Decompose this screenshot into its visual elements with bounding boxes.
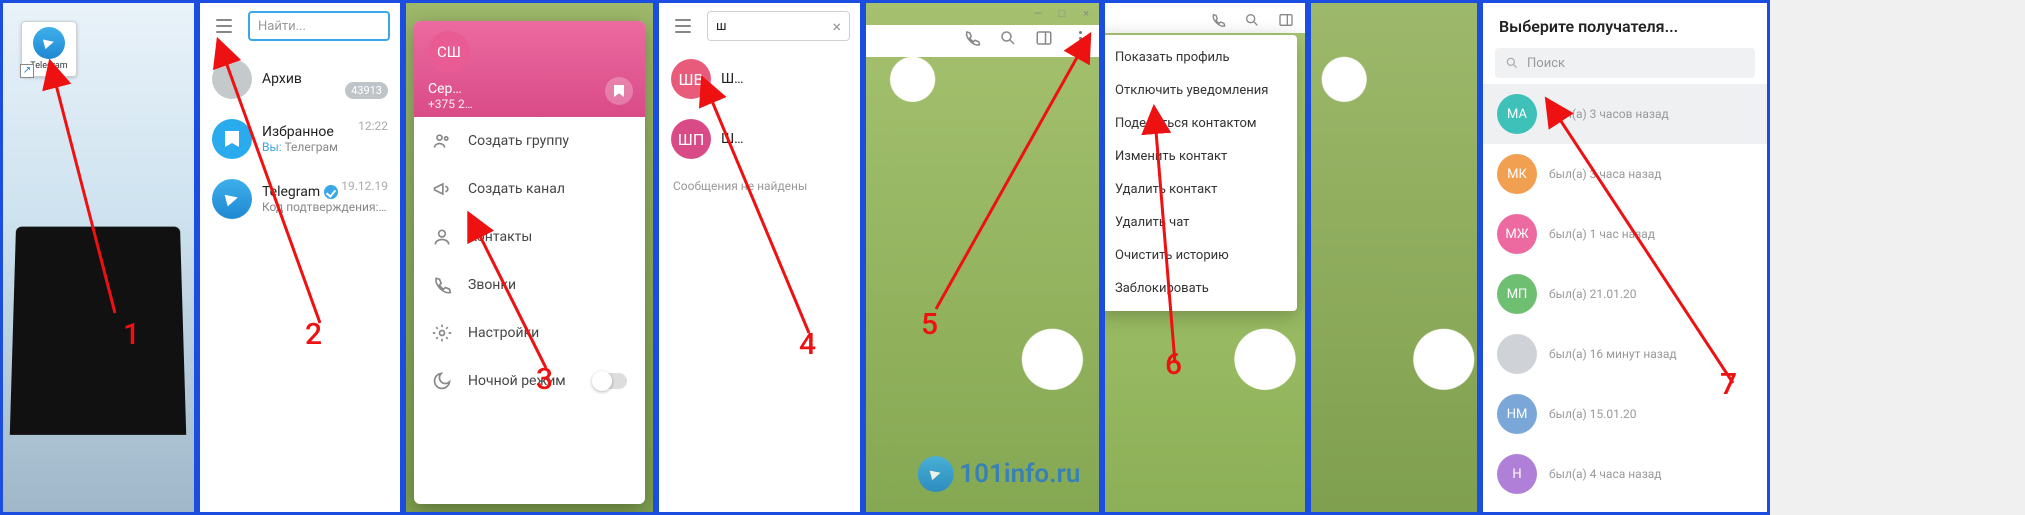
avatar: СШ [428, 31, 470, 73]
step-number: 4 [799, 327, 816, 362]
telegram-desktop-shortcut[interactable]: Telegram ↗ [21, 21, 77, 77]
contact-status: был(а) 16 минут назад [1549, 347, 1677, 361]
telegram-icon [212, 179, 252, 219]
step-bg [1308, 0, 1480, 515]
step-number: 1 [123, 317, 140, 352]
telegram-chat-row[interactable]: Telegram Код подтверждения: 1… 19.12.19 [200, 169, 400, 229]
context-menu: Показать профиль Отключить уведомления П… [1102, 35, 1297, 311]
shortcut-label: Telegram [28, 61, 69, 71]
avatar: НМ [1497, 394, 1537, 434]
search-icon[interactable] [1243, 11, 1261, 29]
laptop-illustration [10, 227, 186, 435]
avatar [1497, 334, 1537, 374]
search-input[interactable]: ш × [707, 11, 850, 41]
contact-status: был(а) 4 часа назад [1549, 467, 1662, 481]
phone-icon [432, 275, 452, 295]
step-1-desktop: Telegram ↗ 1 [0, 0, 197, 515]
menu-show-profile[interactable]: Показать профиль [1102, 41, 1297, 74]
contact-status: был(а) 1 час назад [1549, 227, 1655, 241]
menu-share-contact[interactable]: Поделиться контактом [1102, 107, 1297, 140]
avatar: МК [1497, 154, 1537, 194]
verified-icon [324, 185, 338, 199]
avatar: МА [1497, 94, 1537, 134]
contact-row[interactable]: МА был(а) 3 часов назад [1483, 84, 1767, 144]
step-4-search-results: ш × ШВ Ш… ШП Ш… Сообщения не найдены 4 [656, 0, 863, 515]
menu-settings[interactable]: Настройки [414, 309, 645, 357]
menu-mute[interactable]: Отключить уведомления [1102, 74, 1297, 107]
step-5-chat-header: — □ × 101info.ru 5 [863, 0, 1102, 515]
search-input[interactable]: Найти... [248, 11, 390, 41]
sidebar-icon[interactable] [1035, 29, 1053, 47]
contact-status: был(а) 15.01.20 [1549, 407, 1636, 421]
search-result-row[interactable]: ШП Ш… [659, 109, 860, 169]
close-button[interactable]: × [1079, 7, 1093, 20]
night-mode-toggle[interactable] [593, 373, 627, 389]
archive-row[interactable]: Архив 43913 [200, 49, 400, 109]
minimize-button[interactable]: — [1031, 7, 1045, 20]
maximize-button[interactable]: □ [1055, 7, 1069, 20]
saved-messages-button[interactable] [605, 77, 633, 105]
gear-icon [432, 323, 452, 343]
avatar: Н [1497, 454, 1537, 494]
menu-edit-contact[interactable]: Изменить контакт [1102, 140, 1297, 173]
avatar: МЖ [1497, 214, 1537, 254]
archive-badge: 43913 [345, 82, 388, 99]
contact-row[interactable]: МК был(а) 3 часа назад [1483, 144, 1767, 204]
menu-block[interactable]: Заблокировать [1102, 272, 1297, 305]
bookmark-icon [212, 119, 252, 159]
chat-time: 12:22 [358, 119, 388, 133]
profile-header[interactable]: СШ Сер… +375 2… [414, 21, 645, 117]
contact-row[interactable]: МП был(а) 21.01.20 [1483, 264, 1767, 324]
watermark: 101info.ru [917, 456, 1080, 492]
hamburger-menu-button[interactable] [210, 11, 238, 41]
menu-new-group[interactable]: Создать группу [414, 117, 645, 165]
contact-status: был(а) 3 часа назад [1549, 167, 1662, 181]
clear-icon[interactable]: × [832, 17, 841, 36]
menu-calls[interactable]: Звонки [414, 261, 645, 309]
search-icon[interactable] [999, 29, 1017, 47]
step-number: 6 [1165, 347, 1182, 382]
search-input[interactable]: Поиск [1495, 48, 1755, 78]
saved-messages-row[interactable]: Избранное Вы: Телеграм 12:22 [200, 109, 400, 169]
avatar: МП [1497, 274, 1537, 314]
contact-icon [432, 227, 452, 247]
hamburger-menu-button[interactable] [669, 11, 697, 41]
call-icon[interactable] [963, 29, 981, 47]
step-number: 7 [1720, 367, 1737, 402]
dialog-title: Выберите получателя... [1483, 3, 1767, 42]
search-result-row[interactable]: ШВ Ш… [659, 49, 860, 109]
megaphone-icon [432, 179, 452, 199]
window-controls: — □ × [1031, 7, 1093, 20]
telegram-icon [43, 37, 55, 49]
contact-status: был(а) 3 часов назад [1549, 107, 1669, 121]
contact-status: был(а) 21.01.20 [1549, 287, 1636, 301]
more-menu-button[interactable] [1071, 29, 1089, 47]
step-number: 5 [921, 307, 938, 342]
sidebar-icon[interactable] [1277, 11, 1295, 29]
menu-contacts[interactable]: Контакты [414, 213, 645, 261]
no-messages-label: Сообщения не найдены [659, 169, 860, 203]
step-7-forward-picker: Выберите получателя... Поиск МА был(а) 3… [1480, 0, 1770, 515]
shortcut-arrow-icon: ↗ [20, 64, 34, 78]
step-number: 2 [305, 317, 322, 352]
step-6-context-menu: Показать профиль Отключить уведомления П… [1102, 0, 1308, 515]
moon-icon [432, 371, 452, 391]
menu-night-mode[interactable]: Ночной режим [414, 357, 645, 405]
step-3-main-menu: СШ Сер… +375 2… Создать группу Создать к… [403, 0, 656, 515]
call-icon[interactable] [1209, 11, 1227, 29]
menu-clear-history[interactable]: Очистить историю [1102, 239, 1297, 272]
contact-row[interactable]: МЖ был(а) 1 час назад [1483, 204, 1767, 264]
menu-delete-chat[interactable]: Удалить чат [1102, 206, 1297, 239]
contact-row[interactable]: Н был(а) 4 часа назад [1483, 444, 1767, 504]
step-2-chatlist: Найти... Архив 43913 Избранное Вы: Телег… [197, 0, 403, 515]
avatar: ШП [671, 119, 711, 159]
search-icon [1505, 56, 1519, 70]
avatar: ШВ [671, 59, 711, 99]
group-icon [432, 131, 452, 151]
menu-delete-contact[interactable]: Удалить контакт [1102, 173, 1297, 206]
menu-new-channel[interactable]: Создать канал [414, 165, 645, 213]
step-number: 3 [536, 362, 553, 397]
archive-icon [212, 59, 252, 99]
